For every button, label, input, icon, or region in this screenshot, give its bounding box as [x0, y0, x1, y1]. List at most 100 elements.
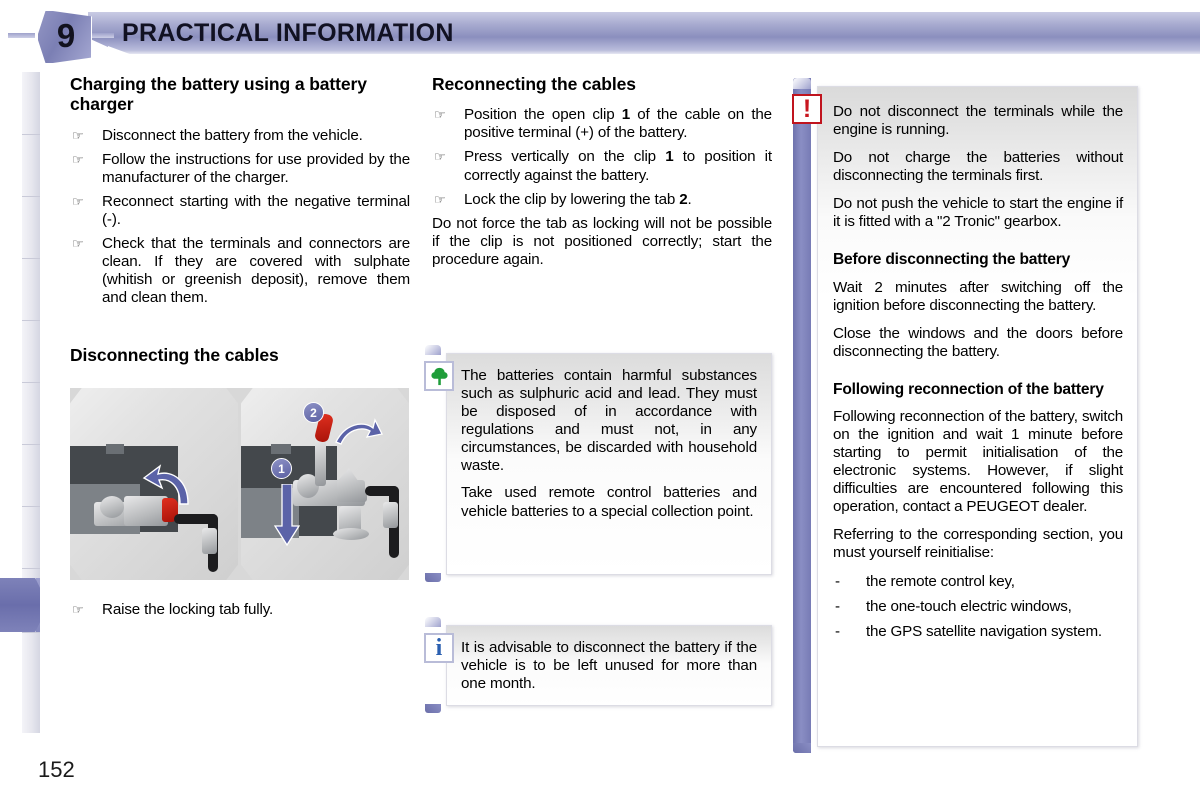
callout-spine-bottom [793, 743, 811, 753]
tab-segment[interactable] [22, 382, 40, 445]
tab-segment[interactable] [22, 320, 40, 383]
blue-arrow-down [274, 484, 300, 546]
list-item: ☞ Press vertically on the clip 1 to posit… [432, 148, 772, 184]
tab-reference: 2 [679, 190, 688, 208]
tab-segment[interactable] [22, 72, 40, 134]
list-item: ☞ Lock the clip by lowering the tab 2. [432, 191, 772, 209]
warning-icon-glyph: ! [802, 94, 812, 123]
pointing-hand-icon: ☞ [72, 602, 84, 617]
blue-arrow-up [142, 464, 189, 505]
list-item-text: the remote control key, [866, 572, 1015, 590]
list-item: ☞ Reconnect starting with the negative t… [70, 193, 410, 229]
heading-before-disconnecting: Before disconnecting the battery [833, 251, 1071, 269]
chapter-tab-strip[interactable] [0, 72, 40, 733]
list-item-text: Reconnect starting with the negative ter… [102, 192, 410, 228]
tab-segment[interactable] [22, 444, 40, 507]
photo-pane-left [70, 388, 238, 580]
environment-callout-box: The batteries contain harmful substances… [424, 345, 772, 582]
clip-reference: 1 [665, 148, 674, 166]
chapter-dash-right [92, 33, 114, 38]
tab-segment[interactable] [22, 258, 40, 321]
middle-column: Reconnecting the cables ☞ Position the op… [432, 74, 772, 278]
callout-panel: Do not disconnect the terminals while th… [817, 86, 1138, 747]
callout-spine [793, 78, 811, 753]
pointing-hand-icon: ☞ [434, 149, 446, 165]
pointing-hand-icon: ☞ [434, 107, 446, 123]
raise-tab-instruction: ☞ Raise the locking tab fully. [70, 601, 410, 625]
heading-reconnecting-cables: Reconnecting the cables [432, 74, 636, 94]
info-icon: i [424, 633, 454, 663]
pointing-hand-icon: ☞ [72, 127, 84, 143]
callout-number-1: 1 [271, 458, 292, 479]
following-reconnection-paragraph-1: Following reconnection of the battery, s… [833, 407, 1123, 516]
callout-spine [425, 617, 441, 713]
page-header: 9 PRACTICAL INFORMATION [0, 0, 1200, 64]
list-item: ☞ Check that the terminals and connector… [70, 235, 410, 307]
page-title: PRACTICAL INFORMATION [122, 19, 454, 47]
tab-segment[interactable] [22, 632, 40, 733]
charging-steps-list: ☞ Disconnect the battery from the vehicl… [70, 127, 410, 308]
list-item-text-part: Lock the clip by lowering the tab [464, 190, 680, 208]
list-item: - the GPS satellite navigation system. [833, 623, 1123, 641]
list-item-text-part: Press vertically on the clip [464, 148, 666, 166]
heading-disconnecting-cables: Disconnecting the cables [70, 345, 279, 366]
tab-segment[interactable] [22, 196, 40, 259]
left-column: Charging the battery using a battery cha… [70, 74, 410, 378]
info-icon-glyph: i [435, 635, 443, 661]
list-item: ☞ Raise the locking tab fully. [70, 601, 410, 619]
heading-charging-battery: Charging the battery using a battery cha… [70, 74, 367, 115]
battery-terminal-illustration: 2 1 [70, 388, 409, 580]
reconnecting-steps-list: ☞ Position the open clip 1 of the cable o… [432, 106, 772, 208]
header-underline [112, 50, 1200, 54]
tab-segment[interactable] [22, 506, 40, 569]
list-item: ☞ Position the open clip 1 of the cable o… [432, 106, 772, 142]
pointing-hand-icon: ☞ [72, 235, 84, 251]
clip-reference: 1 [621, 106, 631, 124]
callout-spine-top [425, 345, 441, 355]
page-number: 152 [38, 757, 75, 782]
callout-panel: The batteries contain harmful substances… [446, 353, 772, 575]
blue-arrow-right [335, 418, 383, 445]
warning-exclamation-icon: ! [792, 94, 822, 124]
list-item-text: the GPS satellite navigation system. [866, 622, 1102, 640]
right-column-warning-box: ! Do not disconnect the terminals while … [792, 78, 1138, 753]
environment-paragraph-2: Take used remote control batteries and v… [461, 484, 757, 520]
before-disconnecting-paragraph-2: Close the windows and the doors before d… [833, 324, 1123, 360]
dash-bullet-icon: - [835, 597, 840, 615]
list-item: ☞ Follow the instructions for use provid… [70, 151, 410, 187]
tab-segment-active-chapter-9[interactable] [0, 578, 40, 632]
callout-number-2: 2 [303, 402, 324, 423]
list-item: - the remote control key, [833, 573, 1123, 591]
warning-paragraph-2: Do not charge the batteries without disc… [833, 149, 1123, 185]
callout-panel: It is advisable to disconnect the batter… [446, 625, 772, 706]
callout-spine-bottom [425, 573, 441, 582]
list-item: ☞ Disconnect the battery from the vehicl… [70, 127, 410, 145]
dash-bullet-icon: - [835, 622, 840, 640]
tree-icon-glyph [430, 367, 448, 385]
before-disconnecting-paragraph-1: Wait 2 minutes after switching off the i… [833, 278, 1123, 314]
following-reconnection-paragraph-2: Referring to the corresponding section, … [833, 526, 1123, 562]
list-item-text: the one-touch electric windows, [866, 597, 1072, 615]
list-item-text: Check that the terminals and connectors … [102, 234, 410, 307]
heading-following-reconnection: Following reconnection of the battery [833, 380, 1104, 398]
environment-paragraph-1: The batteries contain harmful substances… [461, 367, 757, 475]
reinitialise-items-list: - the remote control key, - the one-touc… [833, 573, 1123, 641]
dash-bullet-icon: - [835, 572, 840, 590]
pointing-hand-icon: ☞ [72, 193, 84, 209]
tab-segment[interactable] [22, 134, 40, 197]
list-item-text-part: Position the open clip [464, 106, 622, 124]
warning-paragraph-1: Do not disconnect the terminals while th… [833, 103, 1123, 139]
info-callout-box: i It is advisable to disconnect the batt… [424, 617, 772, 713]
callout-spine-top [793, 78, 811, 89]
paragraph-do-not-force-tab: Do not force the tab as locking will not… [432, 214, 772, 268]
chapter-number: 9 [56, 17, 76, 54]
photo-pane-right: 2 1 [241, 388, 409, 580]
callout-spine-top [425, 617, 441, 627]
list-item-text: Follow the instructions for use provided… [102, 150, 410, 186]
chapter-dash-left [8, 33, 35, 38]
list-item-text: Raise the locking tab fully. [102, 601, 274, 618]
tree-icon [424, 361, 454, 391]
info-paragraph-1: It is advisable to disconnect the batter… [461, 639, 757, 693]
list-item-text-part: . [687, 190, 692, 208]
warning-paragraph-3: Do not push the vehicle to start the eng… [833, 195, 1123, 231]
